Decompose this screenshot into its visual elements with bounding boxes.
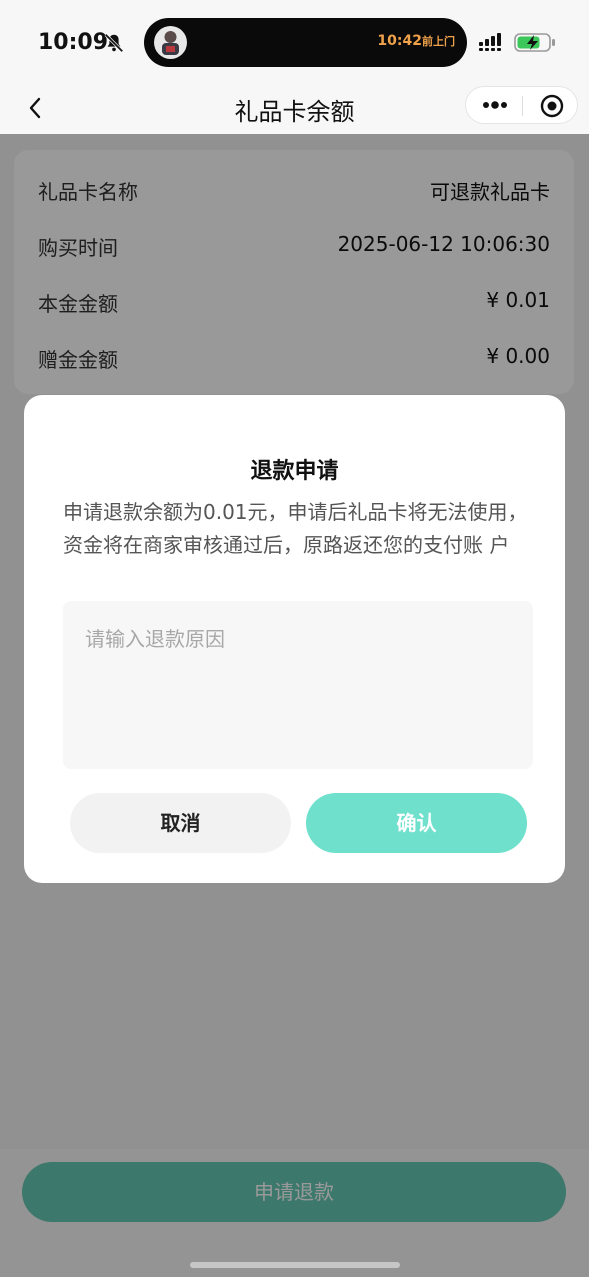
- more-dots-icon[interactable]: [482, 95, 508, 115]
- island-text: 10:42前上门: [377, 33, 455, 49]
- target-circle-icon[interactable]: [540, 94, 564, 118]
- refund-dialog: 退款申请 申请退款余额为0.01元，申请后礼品卡将无法使用，资金将在商家审核通过…: [24, 395, 565, 883]
- status-bar: 10:09 10:42前上门: [0, 0, 589, 86]
- dynamic-island[interactable]: 10:42前上门: [144, 18, 467, 67]
- capsule-divider: [522, 96, 523, 116]
- island-label: 前上门: [422, 35, 455, 48]
- refund-reason-input[interactable]: [63, 601, 533, 769]
- island-time: 10:42: [377, 33, 422, 49]
- confirm-button[interactable]: 确认: [306, 793, 527, 853]
- home-indicator[interactable]: [190, 1262, 400, 1268]
- signal-icon: [479, 33, 501, 51]
- dialog-title: 退款申请: [250, 459, 339, 484]
- status-time: 10:09: [38, 30, 109, 55]
- battery-charging-icon: [514, 33, 555, 52]
- mini-program-capsule: [465, 86, 578, 124]
- dialog-message: 申请退款余额为0.01元，申请后礼品卡将无法使用，资金将在商家审核通过后，原路返…: [63, 500, 528, 557]
- cancel-button[interactable]: 取消: [70, 793, 291, 853]
- island-avatar: [154, 26, 187, 59]
- nav-bar: 礼品卡余额: [0, 86, 589, 134]
- bell-off-icon: [104, 33, 124, 53]
